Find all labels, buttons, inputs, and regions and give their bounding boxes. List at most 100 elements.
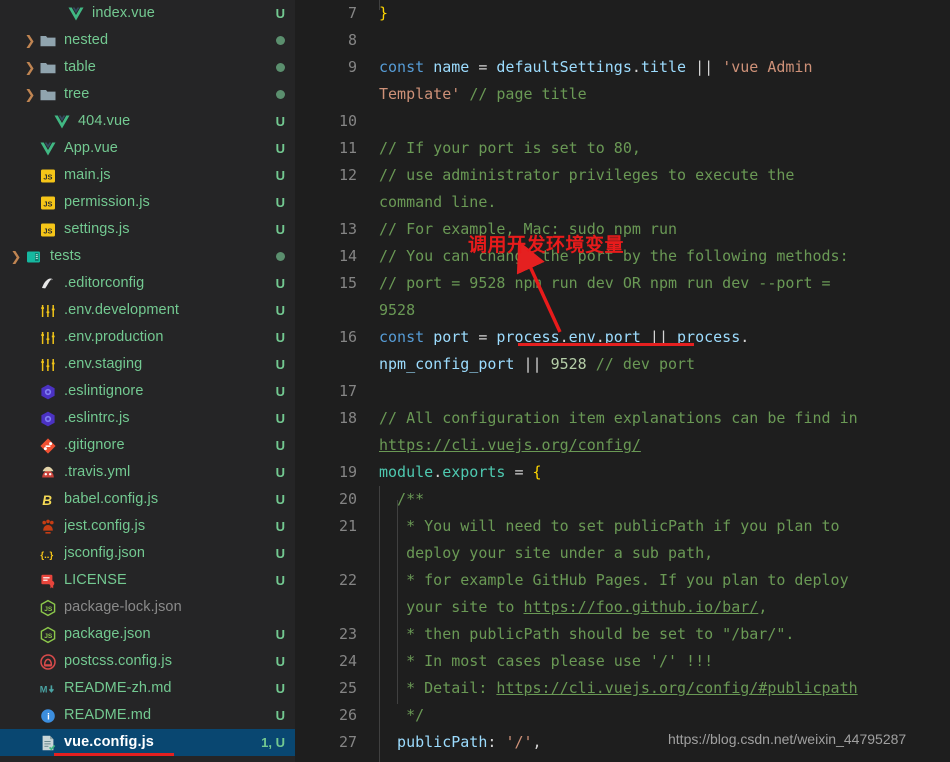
- file-explorer-sidebar[interactable]: index.vue U ❯ nested ❯ table ❯ tree 404.vue U App.…: [0, 0, 295, 762]
- code-line[interactable]: 14 // You can change the port by the foll…: [295, 243, 950, 270]
- explorer-item-app-vue[interactable]: App.vue U: [0, 135, 295, 162]
- code-line[interactable]: deploy your site under a sub path,: [295, 540, 950, 567]
- explorer-item-readme-zh-md[interactable]: M README-zh.md U: [0, 675, 295, 702]
- explorer-item-package-json[interactable]: JS package.json U: [0, 621, 295, 648]
- code-line[interactable]: 17: [295, 378, 950, 405]
- code-line[interactable]: 28 outputDir: 'dist',: [295, 756, 950, 762]
- explorer-item-label: .editorconfig: [64, 275, 145, 291]
- explorer-item-label: LICENSE: [64, 572, 127, 588]
- code-line[interactable]: 7}: [295, 0, 950, 27]
- code-line[interactable]: 12 // use administrator privileges to exe…: [295, 162, 950, 189]
- code-text: // All configuration item explanations c…: [379, 405, 950, 432]
- code-token[interactable]: https://cli.vuejs.org/config/#publicpath: [496, 679, 857, 697]
- code-line[interactable]: 19 module.exports = {: [295, 459, 950, 486]
- explorer-item-tests[interactable]: ❯ tests: [0, 243, 295, 270]
- explorer-item-label: .gitignore: [64, 437, 125, 453]
- chevron-right-icon[interactable]: ❯: [22, 27, 38, 54]
- code-line[interactable]: 10: [295, 108, 950, 135]
- code-line[interactable]: your site to https://foo.github.io/bar/,: [295, 594, 950, 621]
- explorer-item-eslintrc-js[interactable]: .eslintrc.js U: [0, 405, 295, 432]
- code-line[interactable]: https://cli.vuejs.org/config/: [295, 432, 950, 459]
- code-token: // You can change the port by the follow…: [379, 247, 849, 265]
- explorer-item-env-production[interactable]: .env.production U: [0, 324, 295, 351]
- explorer-item-jest-config-js[interactable]: jest.config.js U: [0, 513, 295, 540]
- jest-icon: [38, 513, 58, 540]
- folder-icon: [38, 54, 58, 81]
- line-number: 12: [338, 166, 357, 184]
- code-line[interactable]: Template' // page title: [295, 81, 950, 108]
- chevron-right-icon[interactable]: ❯: [22, 54, 38, 81]
- code-text: * for example GitHub Pages. If you plan …: [379, 567, 950, 594]
- explorer-item-index-vue[interactable]: index.vue U: [0, 0, 295, 27]
- explorer-item-vue-config-js[interactable]: vue.config.js 1, U: [0, 729, 295, 756]
- code-line[interactable]: 9528: [295, 297, 950, 324]
- code-line[interactable]: 23 * then publicPath should be set to "/…: [295, 621, 950, 648]
- code-lines-container[interactable]: 7} 8 9 const name = defaultSettings.title |…: [295, 0, 950, 762]
- code-line[interactable]: 22 * for example GitHub Pages. If you pl…: [295, 567, 950, 594]
- code-token[interactable]: https://foo.github.io/bar/: [524, 598, 759, 616]
- line-number: 26: [338, 706, 357, 724]
- explorer-item-label: App.vue: [64, 140, 118, 156]
- explorer-item-settings-js[interactable]: JS settings.js U: [0, 216, 295, 243]
- code-line[interactable]: 11 // If your port is set to 80,: [295, 135, 950, 162]
- code-line[interactable]: npm_config_port || 9528 // dev port: [295, 351, 950, 378]
- twisty-placeholder: [22, 270, 38, 297]
- explorer-item-travis-yml[interactable]: .travis.yml U: [0, 459, 295, 486]
- explorer-item-label: nested: [64, 32, 109, 48]
- explorer-item-eslintignore[interactable]: .eslintignore U: [0, 378, 295, 405]
- code-line[interactable]: 27 publicPath: '/',: [295, 729, 950, 756]
- explorer-item-env-staging[interactable]: .env.staging U: [0, 351, 295, 378]
- code-line[interactable]: 24 * In most cases please use '/' !!!: [295, 648, 950, 675]
- explorer-item-permission-js[interactable]: JS permission.js U: [0, 189, 295, 216]
- twisty-placeholder: [22, 648, 38, 675]
- explorer-item-babel-config-js[interactable]: Bbabel.config.js U: [0, 486, 295, 513]
- code-line[interactable]: 21 * You will need to set publicPath if …: [295, 513, 950, 540]
- code-text: const port = process.env.port || process…: [379, 324, 950, 351]
- git-status-badge: U: [275, 168, 285, 183]
- explorer-item-table[interactable]: ❯ table: [0, 54, 295, 81]
- explorer-item-postcss-config-js[interactable]: postcss.config.js U: [0, 648, 295, 675]
- code-line[interactable]: 8: [295, 27, 950, 54]
- twisty-placeholder: [22, 540, 38, 567]
- code-line[interactable]: 16 const port = process.env.port || proce…: [295, 324, 950, 351]
- explorer-item-label: postcss.config.js: [64, 653, 173, 669]
- code-token: =: [469, 58, 497, 76]
- code-line[interactable]: 13 // For example, Mac: sudo npm run: [295, 216, 950, 243]
- explorer-item-readme-md[interactable]: i README.md U: [0, 702, 295, 729]
- code-line[interactable]: 20 /**: [295, 486, 950, 513]
- git-status-badge: U: [275, 627, 285, 642]
- explorer-item-jsconfig-json[interactable]: {..} jsconfig.json U: [0, 540, 295, 567]
- explorer-item-nested[interactable]: ❯ nested: [0, 27, 295, 54]
- git-status-badge: U: [275, 384, 285, 399]
- explorer-item-main-js[interactable]: JS main.js U: [0, 162, 295, 189]
- twisty-placeholder: [22, 594, 38, 621]
- git-status-badge: U: [275, 708, 285, 723]
- code-token: {: [532, 463, 542, 481]
- explorer-item-editorconfig[interactable]: .editorconfig U: [0, 270, 295, 297]
- code-token: =: [505, 463, 533, 481]
- chevron-right-icon[interactable]: ❯: [22, 81, 38, 108]
- code-editor[interactable]: 7} 8 9 const name = defaultSettings.title |…: [295, 0, 950, 762]
- code-line[interactable]: 9 const name = defaultSettings.title || '…: [295, 54, 950, 81]
- code-line[interactable]: 25 * Detail: https://cli.vuejs.org/confi…: [295, 675, 950, 702]
- explorer-item-package-lock-json[interactable]: JS package-lock.json: [0, 594, 295, 621]
- code-line[interactable]: 18 // All configuration item explanations…: [295, 405, 950, 432]
- code-token: command line.: [379, 193, 497, 211]
- code-token: npm_config_port: [379, 355, 515, 373]
- explorer-item-404-vue[interactable]: 404.vue U: [0, 108, 295, 135]
- code-token[interactable]: https://cli.vuejs.org/config/: [379, 436, 641, 454]
- explorer-item-label: .travis.yml: [64, 464, 131, 480]
- twisty-placeholder: [22, 162, 38, 189]
- explorer-item-license[interactable]: LICENSE U: [0, 567, 295, 594]
- code-line[interactable]: 26 */: [295, 702, 950, 729]
- explorer-item-env-development[interactable]: .env.development U: [0, 297, 295, 324]
- code-line[interactable]: command line.: [295, 189, 950, 216]
- explorer-item-tree[interactable]: ❯ tree: [0, 81, 295, 108]
- code-text: * Detail: https://cli.vuejs.org/config/#…: [379, 675, 950, 702]
- explorer-item-gitignore[interactable]: .gitignore U: [0, 432, 295, 459]
- code-line[interactable]: 15 // port = 9528 npm run dev OR npm run …: [295, 270, 950, 297]
- git-status-badge: U: [275, 573, 285, 588]
- js-icon: JS: [38, 162, 58, 189]
- svg-text:{..}: {..}: [40, 550, 53, 561]
- chevron-right-icon[interactable]: ❯: [8, 243, 24, 270]
